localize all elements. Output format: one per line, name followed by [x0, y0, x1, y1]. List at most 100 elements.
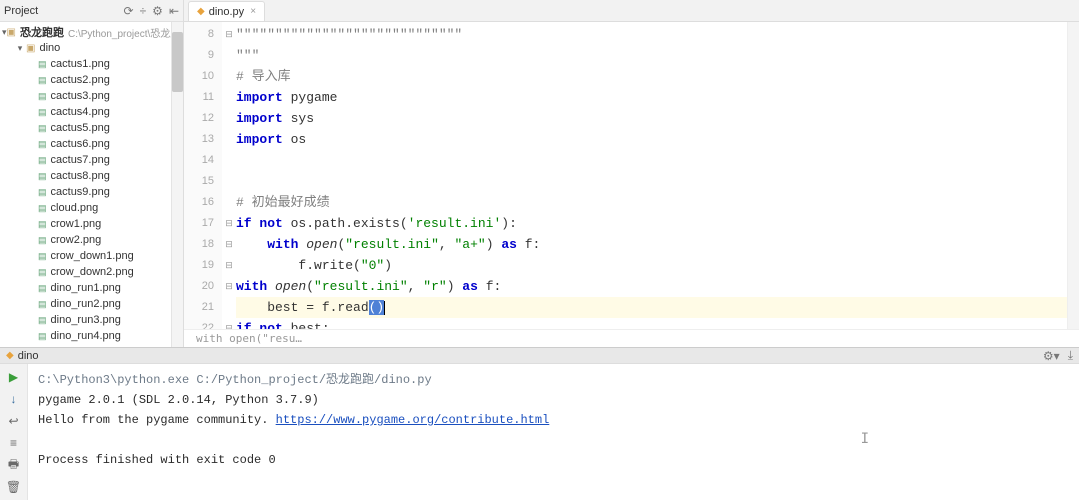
tab-dino[interactable]: ◆ dino.py × — [188, 1, 265, 21]
tree-row[interactable]: ▾▣dino — [0, 40, 171, 56]
chevron-down-icon[interactable]: ▾ — [14, 43, 26, 54]
console-output[interactable]: 𝙸 C:\Python3\python.exe C:/Python_projec… — [28, 364, 1079, 500]
console-line — [38, 430, 1069, 450]
file-icon: ▤ — [38, 331, 47, 342]
python-icon: ◆ — [197, 6, 205, 17]
code-line[interactable]: import sys — [236, 108, 1067, 129]
console-header: ◆ dino ⚙▾ ⤓ — [0, 348, 1079, 364]
console-title: dino — [18, 350, 39, 362]
project-panel: Project ⟳ ÷ ⚙ ⇤ ▾▣恐龙跑跑C:\Python_project\… — [0, 0, 184, 347]
console-line: pygame 2.0.1 (SDL 2.0.14, Python 3.7.9) — [38, 390, 1069, 410]
tree-row[interactable]: ▤cactus9.png — [0, 184, 171, 200]
tree-row[interactable]: ▤crow_down2.png — [0, 264, 171, 280]
file-icon: ▤ — [38, 155, 47, 166]
editor: ◆ dino.py × 8910111213141516171819202122… — [184, 0, 1079, 347]
project-scrollbar[interactable] — [171, 22, 183, 347]
file-icon: ▤ — [38, 203, 47, 214]
code-line[interactable] — [236, 150, 1067, 171]
fold-column[interactable]: ⊟⊟⊟⊟⊟⊟ — [222, 22, 236, 329]
code-line[interactable]: # 初始最好成绩 — [236, 192, 1067, 213]
code-line[interactable]: f.write("0") — [236, 255, 1067, 276]
file-icon: ▤ — [38, 251, 47, 262]
file-icon: ▤ — [38, 299, 47, 310]
tree-row[interactable]: ▤dino_run5.png — [0, 344, 171, 347]
tree-row[interactable]: ▾▣恐龙跑跑C:\Python_project\恐龙跑 — [0, 24, 171, 40]
project-tree[interactable]: ▾▣恐龙跑跑C:\Python_project\恐龙跑▾▣dino▤cactus… — [0, 22, 171, 347]
code-line[interactable] — [236, 171, 1067, 192]
refresh-icon[interactable]: ⟳ — [124, 4, 134, 18]
python-icon: ◆ — [6, 350, 14, 361]
console-line: Hello from the pygame community. https:/… — [38, 410, 1069, 430]
code-line[interactable]: with open("result.ini", "a+") as f: — [236, 234, 1067, 255]
tree-row[interactable]: ▤cactus8.png — [0, 168, 171, 184]
file-icon: ▤ — [38, 59, 47, 70]
file-icon: ▤ — [38, 347, 47, 348]
divide-icon[interactable]: ÷ — [140, 4, 147, 18]
scrollbar-thumb[interactable] — [172, 32, 183, 92]
code-line[interactable]: import pygame — [236, 87, 1067, 108]
tree-row[interactable]: ▤dino_run3.png — [0, 312, 171, 328]
tree-row[interactable]: ▤crow_down1.png — [0, 248, 171, 264]
console-body: ▶ ↓ ↩ ≡ 🖶 🗑 𝙸 C:\Python3\python.exe C:/Python… — [0, 364, 1079, 500]
breadcrumb[interactable]: with open("resu… — [184, 329, 1079, 347]
code-line[interactable]: if not os.path.exists('result.ini'): — [236, 213, 1067, 234]
download-icon[interactable]: ⤓ — [1068, 348, 1073, 363]
scroll-icon[interactable]: ≡ — [5, 434, 23, 452]
gear-icon[interactable]: ⚙ — [152, 4, 163, 18]
wrap-icon[interactable]: ↩ — [5, 412, 23, 430]
trash-icon[interactable]: 🗑 — [5, 478, 23, 496]
tree-row[interactable]: ▤cactus3.png — [0, 88, 171, 104]
console-link[interactable]: https://www.pygame.org/contribute.html — [276, 413, 550, 427]
editor-tabs: ◆ dino.py × — [184, 0, 1079, 22]
project-header: Project ⟳ ÷ ⚙ ⇤ — [0, 0, 183, 22]
text-cursor-icon: 𝙸 — [861, 430, 869, 450]
tree-row[interactable]: ▤crow2.png — [0, 232, 171, 248]
gear-icon[interactable]: ⚙▾ — [1043, 349, 1060, 363]
code-line[interactable]: # 导入库 — [236, 66, 1067, 87]
file-icon: ▤ — [38, 187, 47, 198]
tree-row[interactable]: ▤cactus1.png — [0, 56, 171, 72]
code-line[interactable]: if not best: — [236, 318, 1067, 329]
file-icon: ▤ — [38, 123, 47, 134]
tree-row[interactable]: ▤cactus5.png — [0, 120, 171, 136]
file-icon: ▤ — [38, 235, 47, 246]
tree-row[interactable]: ▤cloud.png — [0, 200, 171, 216]
code-content[interactable]: """"""""""""""""""""""""""""""""# 导入库imp… — [236, 22, 1067, 329]
file-icon: ▤ — [38, 283, 47, 294]
code-line[interactable]: """"""""""""""""""""""""""""" — [236, 24, 1067, 45]
file-icon: ▤ — [38, 75, 47, 86]
tree-row[interactable]: ▤crow1.png — [0, 216, 171, 232]
tree-row[interactable]: ▤cactus2.png — [0, 72, 171, 88]
line-gutter: 8910111213141516171819202122 — [184, 22, 222, 329]
console: ◆ dino ⚙▾ ⤓ ▶ ↓ ↩ ≡ 🖶 🗑 𝙸 C:\Python3\python.e… — [0, 347, 1079, 500]
file-icon: ▤ — [38, 219, 47, 230]
file-icon: ▤ — [38, 139, 47, 150]
collapse-icon[interactable]: ⇤ — [169, 4, 179, 18]
close-icon[interactable]: × — [250, 6, 256, 17]
code-line[interactable]: with open("result.ini", "r") as f: — [236, 276, 1067, 297]
project-title: Project — [4, 5, 118, 17]
code-area[interactable]: 8910111213141516171819202122 ⊟⊟⊟⊟⊟⊟ """"… — [184, 22, 1079, 329]
rerun-icon[interactable]: ▶ — [5, 368, 23, 386]
folder-icon: ▣ — [7, 27, 16, 38]
console-toolbar: ▶ ↓ ↩ ≡ 🖶 🗑 — [0, 364, 28, 500]
code-line[interactable]: best = f.read() — [236, 297, 1067, 318]
down-icon[interactable]: ↓ — [5, 390, 23, 408]
print-icon[interactable]: 🖶 — [5, 456, 23, 474]
tree-row[interactable]: ▤dino_run1.png — [0, 280, 171, 296]
tree-row[interactable]: ▤cactus6.png — [0, 136, 171, 152]
file-icon: ▤ — [38, 91, 47, 102]
file-icon: ▤ — [38, 315, 47, 326]
tree-row[interactable]: ▤cactus4.png — [0, 104, 171, 120]
tree-row[interactable]: ▤dino_run4.png — [0, 328, 171, 344]
code-line[interactable]: import os — [236, 129, 1067, 150]
tree-row[interactable]: ▤cactus7.png — [0, 152, 171, 168]
project-body: ▾▣恐龙跑跑C:\Python_project\恐龙跑▾▣dino▤cactus… — [0, 22, 183, 347]
console-command: C:\Python3\python.exe C:/Python_project/… — [38, 370, 1069, 390]
file-icon: ▤ — [38, 267, 47, 278]
console-line: Process finished with exit code 0 — [38, 450, 1069, 470]
code-line[interactable]: """ — [236, 45, 1067, 66]
top-area: Project ⟳ ÷ ⚙ ⇤ ▾▣恐龙跑跑C:\Python_project\… — [0, 0, 1079, 347]
editor-scrollbar[interactable] — [1067, 22, 1079, 329]
tree-row[interactable]: ▤dino_run2.png — [0, 296, 171, 312]
